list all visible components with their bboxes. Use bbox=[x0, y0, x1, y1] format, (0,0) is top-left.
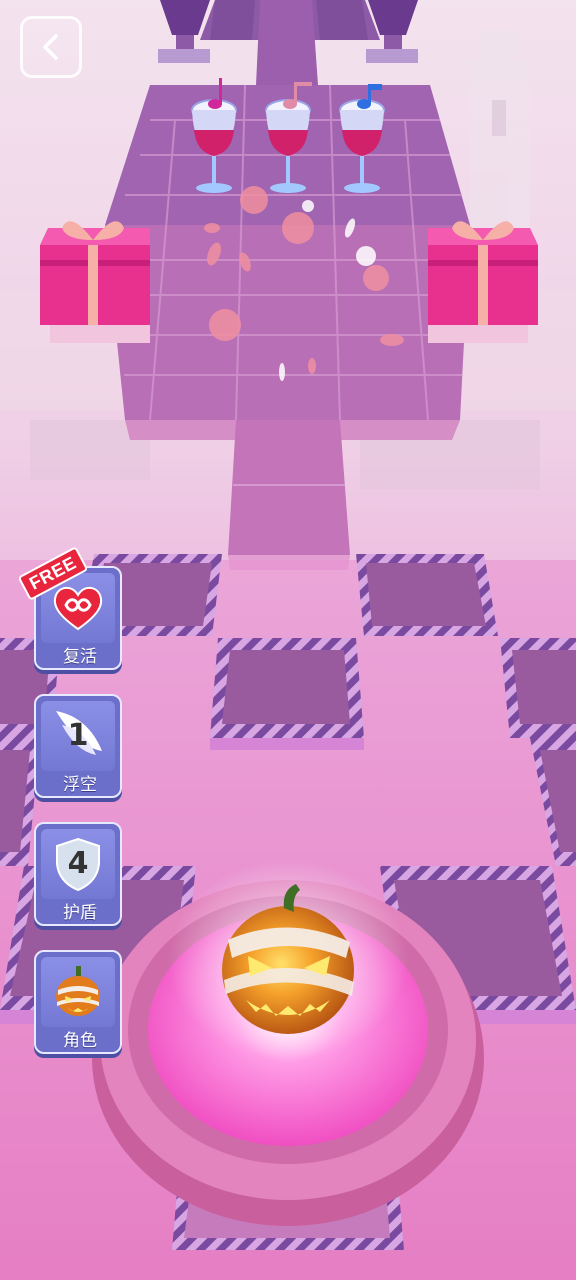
chevron-left-icon bbox=[43, 34, 58, 60]
character-button[interactable]: 角色 bbox=[34, 950, 122, 1056]
character-label: 角色 bbox=[63, 1031, 97, 1051]
gift-box-right bbox=[428, 221, 538, 343]
float-count: 1 bbox=[67, 718, 89, 753]
shield-card: 4 护盾 bbox=[34, 822, 122, 926]
back-button[interactable] bbox=[20, 16, 82, 78]
gift-box-left bbox=[40, 221, 150, 343]
shield-button[interactable]: 4 护盾 bbox=[34, 822, 122, 928]
character-card: 角色 bbox=[34, 950, 122, 1054]
float-card: 1 浮空 bbox=[34, 694, 122, 798]
shield-label: 护盾 bbox=[63, 903, 97, 923]
revive-label: 复活 bbox=[63, 647, 97, 667]
float-face: 1 bbox=[41, 701, 115, 771]
shield-count: 4 bbox=[67, 846, 89, 881]
pumpkin-character bbox=[168, 860, 408, 1060]
float-button[interactable]: 1 浮空 bbox=[34, 694, 122, 800]
infinity-heart-icon bbox=[53, 586, 103, 631]
pumpkin-character-icon bbox=[56, 966, 100, 1016]
revive-button[interactable]: 复活 FREE bbox=[17, 546, 122, 672]
float-label: 浮空 bbox=[63, 775, 97, 795]
shield-face: 4 bbox=[41, 829, 115, 899]
character-face bbox=[41, 957, 115, 1027]
